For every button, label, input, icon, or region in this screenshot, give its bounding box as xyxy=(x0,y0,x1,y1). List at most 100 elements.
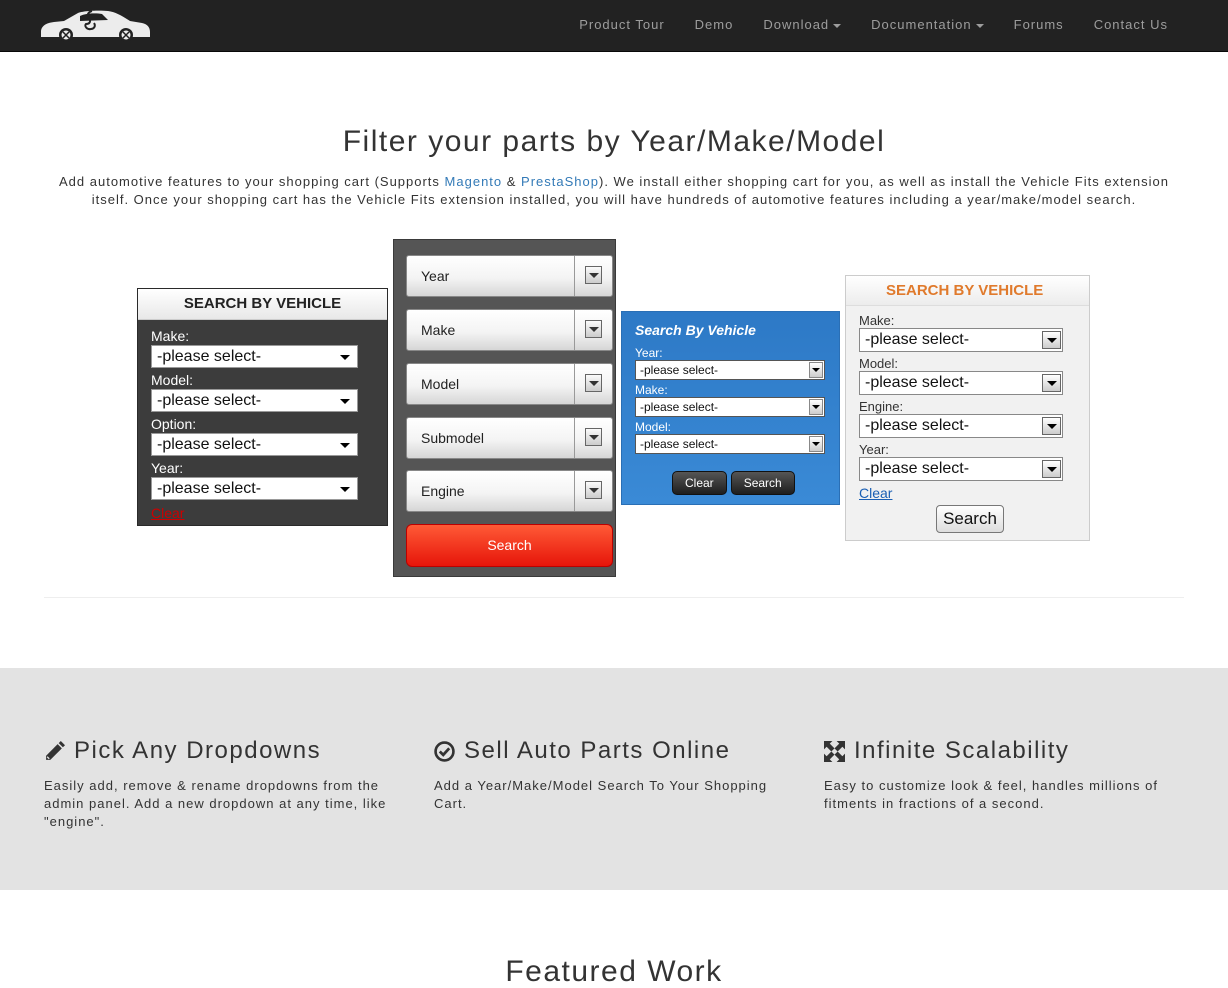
make-select[interactable]: -please select- xyxy=(859,328,1063,352)
chevron-down-icon xyxy=(809,362,823,378)
model-select[interactable]: -please select- xyxy=(151,389,358,412)
chevron-down-icon xyxy=(340,443,350,448)
nav-label: Documentation xyxy=(871,17,972,32)
year-select[interactable]: -please select- xyxy=(151,477,358,500)
submodel-dropdown[interactable]: Submodel xyxy=(406,417,613,459)
option-select[interactable]: -please select- xyxy=(151,433,358,456)
divider xyxy=(44,597,1184,598)
clear-link[interactable]: Clear xyxy=(859,485,1089,501)
widget-light-search-by-vehicle: SEARCH BY VEHICLE Make: -please select- … xyxy=(845,275,1090,541)
search-button[interactable]: Search xyxy=(730,471,795,495)
feature-text: Easy to customize look & feel, handles m… xyxy=(824,778,1158,811)
clear-link[interactable]: Clear xyxy=(151,504,387,522)
widget-title: SEARCH BY VEHICLE xyxy=(846,276,1089,306)
dropdown-label: Model xyxy=(421,376,460,392)
nav-label: Contact Us xyxy=(1093,17,1168,32)
brand-logo[interactable] xyxy=(38,8,152,44)
chevron-down-icon xyxy=(1042,460,1061,478)
feature-infinite-scalability: Infinite Scalability Easy to customize l… xyxy=(824,734,1184,813)
hero-text-part: & xyxy=(502,174,522,189)
nav-label: Demo xyxy=(694,17,734,32)
dropdown-label: Make xyxy=(421,322,456,338)
dropdown-label: Engine xyxy=(421,483,465,499)
select-value: -please select- xyxy=(865,460,970,477)
widget-dark-search-by-vehicle: SEARCH BY VEHICLE Make: -please select- … xyxy=(137,288,388,526)
dropdown-button xyxy=(574,418,612,458)
dropdown-label: Year xyxy=(421,268,450,284)
dropdown-label: Submodel xyxy=(421,430,485,446)
dropdown-button xyxy=(574,364,612,404)
expand-arrows-icon xyxy=(824,740,845,762)
year-label: Year: xyxy=(151,460,184,476)
nav-forums[interactable]: Forums xyxy=(999,0,1079,50)
select-value: -please select- xyxy=(157,348,262,365)
nav-label: Download xyxy=(763,17,830,32)
feature-heading: Infinite Scalability xyxy=(824,734,1184,768)
widget-title: Search By Vehicle xyxy=(635,322,756,338)
make-dropdown[interactable]: Make xyxy=(406,309,613,351)
clear-button[interactable]: Clear xyxy=(672,471,727,495)
option-label: Option: xyxy=(151,416,197,432)
feature-title: Sell Auto Parts Online xyxy=(464,737,731,764)
model-select[interactable]: -please select- xyxy=(635,434,825,454)
feature-heading: Sell Auto Parts Online xyxy=(434,734,794,768)
year-label: Year: xyxy=(635,346,663,360)
hero-text-part: Add automotive features to your shopping… xyxy=(59,174,445,189)
chevron-down-icon xyxy=(585,374,602,392)
chevron-down-icon xyxy=(1042,374,1061,392)
caret-down-icon xyxy=(833,23,842,28)
make-select[interactable]: -please select- xyxy=(151,345,358,368)
nav-label: Forums xyxy=(1013,17,1064,32)
main-nav: Product Tour Demo Download Documentation… xyxy=(564,0,1183,50)
magento-link[interactable]: Magento xyxy=(445,174,503,189)
model-label: Model: xyxy=(635,420,672,434)
select-value: -please select- xyxy=(157,436,262,453)
select-value: -please select- xyxy=(640,363,719,377)
engine-dropdown[interactable]: Engine xyxy=(406,470,613,512)
dropdown-button xyxy=(574,310,612,350)
nav-product-tour[interactable]: Product Tour xyxy=(564,0,679,50)
engine-select[interactable]: -please select- xyxy=(859,414,1063,438)
features-section: Pick Any Dropdowns Easily add, remove & … xyxy=(0,668,1228,890)
year-select[interactable]: -please select- xyxy=(859,457,1063,481)
select-value: -please select- xyxy=(865,374,970,391)
nav-contact-us[interactable]: Contact Us xyxy=(1079,0,1183,50)
car-puzzle-logo-icon xyxy=(41,10,150,42)
select-value: -please select- xyxy=(865,331,970,348)
chevron-down-icon xyxy=(809,436,823,452)
chevron-down-icon xyxy=(340,487,350,492)
select-value: -please select- xyxy=(640,400,719,414)
nav-label: Product Tour xyxy=(579,17,665,32)
engine-label: Engine: xyxy=(859,399,904,414)
pencil-icon xyxy=(46,740,65,760)
feature-title: Pick Any Dropdowns xyxy=(74,737,322,764)
featured-work-title: Featured Work xyxy=(505,955,723,988)
feature-text: Add a Year/Make/Model Search To Your Sho… xyxy=(434,778,768,811)
widget-title: SEARCH BY VEHICLE xyxy=(138,289,387,320)
make-label: Make: xyxy=(151,328,190,344)
feature-text: Easily add, remove & rename dropdowns fr… xyxy=(44,778,387,829)
feature-pick-any-dropdowns: Pick Any Dropdowns Easily add, remove & … xyxy=(44,734,404,831)
model-dropdown[interactable]: Model xyxy=(406,363,613,405)
model-label: Model: xyxy=(859,356,899,371)
make-label: Make: xyxy=(635,383,668,397)
year-select[interactable]: -please select- xyxy=(635,360,825,380)
caret-down-icon xyxy=(975,23,984,28)
chevron-down-icon xyxy=(809,399,823,415)
chevron-down-icon xyxy=(585,320,602,338)
model-label: Model: xyxy=(151,372,194,388)
year-label: Year: xyxy=(859,442,889,457)
search-button[interactable]: Search xyxy=(936,505,1004,533)
chevron-down-icon xyxy=(1042,417,1061,435)
prestashop-link[interactable]: PrestaShop xyxy=(521,174,599,189)
chevron-down-icon xyxy=(585,428,602,446)
search-button[interactable]: Search xyxy=(406,524,613,567)
nav-demo[interactable]: Demo xyxy=(680,0,749,50)
nav-download-dropdown[interactable]: Download xyxy=(748,0,856,50)
model-select[interactable]: -please select- xyxy=(859,371,1063,395)
year-dropdown[interactable]: Year xyxy=(406,255,613,297)
nav-documentation-dropdown[interactable]: Documentation xyxy=(856,0,998,50)
select-value: -please select- xyxy=(157,392,262,409)
widget-stacked-dropdowns: Year Make Model Submodel Engine Search xyxy=(393,239,616,577)
make-select[interactable]: -please select- xyxy=(635,397,825,417)
